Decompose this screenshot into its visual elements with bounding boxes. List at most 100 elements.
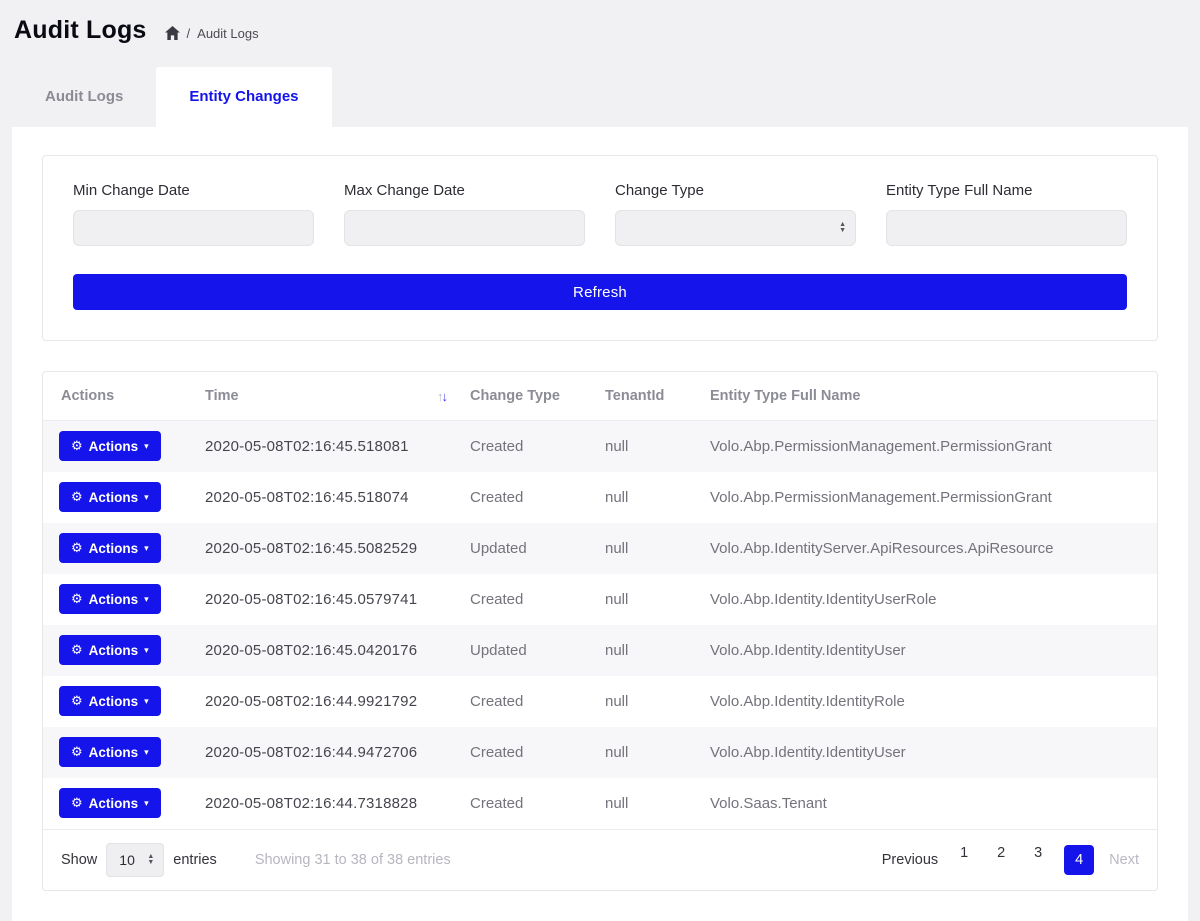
page-header: Audit Logs / Audit Logs <box>0 0 1200 55</box>
cell-time: 2020-05-08T02:16:45.518074 <box>193 472 458 523</box>
tab-entity-changes[interactable]: Entity Changes <box>156 67 331 127</box>
pagination-page-3[interactable]: 3 <box>1027 845 1049 875</box>
breadcrumb: / Audit Logs <box>165 26 259 41</box>
gear-icon: ⚙ <box>71 693 83 709</box>
gear-icon: ⚙ <box>71 438 83 454</box>
change-type-select[interactable]: ▲▼ <box>615 210 856 246</box>
table-row: ⚙ Actions ▾ 2020-05-08T02:16:45.0579741 … <box>43 574 1157 625</box>
cell-tenant-id: null <box>593 421 698 472</box>
row-actions-button[interactable]: ⚙ Actions ▾ <box>59 686 161 716</box>
pagination-next[interactable]: Next <box>1109 852 1139 868</box>
table-body: ⚙ Actions ▾ 2020-05-08T02:16:45.518081 C… <box>43 421 1157 829</box>
max-change-date-input[interactable] <box>344 210 585 246</box>
page-size-select[interactable]: 10 ▲▼ <box>106 843 164 877</box>
cell-change-type: Created <box>458 574 593 625</box>
pagination-page-1[interactable]: 1 <box>953 845 975 875</box>
cell-entity-type: Volo.Abp.PermissionManagement.Permission… <box>698 421 1157 472</box>
cell-change-type: Updated <box>458 523 593 574</box>
row-actions-button[interactable]: ⚙ Actions ▾ <box>59 635 161 665</box>
gear-icon: ⚙ <box>71 744 83 760</box>
cell-change-type: Created <box>458 421 593 472</box>
cell-entity-type: Volo.Abp.Identity.IdentityUser <box>698 727 1157 778</box>
gear-icon: ⚙ <box>71 489 83 505</box>
actions-button-label: Actions <box>89 796 139 811</box>
cell-time: 2020-05-08T02:16:45.5082529 <box>193 523 458 574</box>
max-change-date-field-group: Max Change Date <box>344 182 585 246</box>
cell-time: 2020-05-08T02:16:45.518081 <box>193 421 458 472</box>
gear-icon: ⚙ <box>71 540 83 556</box>
cell-entity-type: Volo.Saas.Tenant <box>698 778 1157 829</box>
entity-type-label: Entity Type Full Name <box>886 182 1127 199</box>
cell-actions: ⚙ Actions ▾ <box>43 421 193 472</box>
row-actions-button[interactable]: ⚙ Actions ▾ <box>59 584 161 614</box>
row-actions-button[interactable]: ⚙ Actions ▾ <box>59 431 161 461</box>
row-actions-button[interactable]: ⚙ Actions ▾ <box>59 533 161 563</box>
cell-change-type: Updated <box>458 625 593 676</box>
table-row: ⚙ Actions ▾ 2020-05-08T02:16:45.518074 C… <box>43 472 1157 523</box>
table-row: ⚙ Actions ▾ 2020-05-08T02:16:44.9472706 … <box>43 727 1157 778</box>
min-change-date-input[interactable] <box>73 210 314 246</box>
entity-changes-table: Actions Time ↑↓ Change Type TenantId Ent… <box>43 372 1157 829</box>
table-row: ⚙ Actions ▾ 2020-05-08T02:16:45.518081 C… <box>43 421 1157 472</box>
caret-down-icon: ▾ <box>144 798 149 809</box>
show-label: Show <box>61 852 97 868</box>
column-header-change-type: Change Type <box>458 372 593 421</box>
row-actions-button[interactable]: ⚙ Actions ▾ <box>59 482 161 512</box>
cell-actions: ⚙ Actions ▾ <box>43 472 193 523</box>
cell-time: 2020-05-08T02:16:45.0579741 <box>193 574 458 625</box>
table-footer: Show 10 ▲▼ entries Showing 31 to 38 of 3… <box>43 829 1157 890</box>
cell-tenant-id: null <box>593 472 698 523</box>
min-change-date-field-group: Min Change Date <box>73 182 314 246</box>
cell-time: 2020-05-08T02:16:44.7318828 <box>193 778 458 829</box>
column-header-actions: Actions <box>43 372 193 421</box>
home-icon[interactable] <box>165 26 180 40</box>
cell-time: 2020-05-08T02:16:44.9472706 <box>193 727 458 778</box>
pagination-previous[interactable]: Previous <box>882 852 938 868</box>
cell-tenant-id: null <box>593 676 698 727</box>
column-header-time[interactable]: Time ↑↓ <box>193 372 458 421</box>
table-row: ⚙ Actions ▾ 2020-05-08T02:16:44.7318828 … <box>43 778 1157 829</box>
caret-down-icon: ▾ <box>144 492 149 503</box>
column-header-tenant-id: TenantId <box>593 372 698 421</box>
actions-button-label: Actions <box>89 745 139 760</box>
cell-change-type: Created <box>458 472 593 523</box>
select-arrows-icon: ▲▼ <box>839 222 846 234</box>
change-type-label: Change Type <box>615 182 856 199</box>
row-actions-button[interactable]: ⚙ Actions ▾ <box>59 737 161 767</box>
cell-change-type: Created <box>458 727 593 778</box>
cell-entity-type: Volo.Abp.Identity.IdentityUserRole <box>698 574 1157 625</box>
cell-entity-type: Volo.Abp.Identity.IdentityRole <box>698 676 1157 727</box>
cell-tenant-id: null <box>593 574 698 625</box>
pagination: Previous 1234 Next <box>882 845 1139 875</box>
cell-time: 2020-05-08T02:16:45.0420176 <box>193 625 458 676</box>
actions-button-label: Actions <box>89 490 139 505</box>
change-type-field-group: Change Type ▲▼ <box>615 182 856 246</box>
showing-entries-text: Showing 31 to 38 of 38 entries <box>255 852 451 868</box>
sort-icon[interactable]: ↑↓ <box>437 389 446 404</box>
cell-actions: ⚙ Actions ▾ <box>43 574 193 625</box>
refresh-button[interactable]: Refresh <box>73 274 1127 310</box>
entries-label: entries <box>173 852 217 868</box>
pagination-page-2[interactable]: 2 <box>990 845 1012 875</box>
breadcrumb-separator: / <box>187 26 191 41</box>
table-row: ⚙ Actions ▾ 2020-05-08T02:16:44.9921792 … <box>43 676 1157 727</box>
actions-button-label: Actions <box>89 643 139 658</box>
cell-tenant-id: null <box>593 778 698 829</box>
actions-button-label: Actions <box>89 439 139 454</box>
tab-audit-logs[interactable]: Audit Logs <box>12 67 156 127</box>
row-actions-button[interactable]: ⚙ Actions ▾ <box>59 788 161 818</box>
page-size-value: 10 <box>119 852 135 868</box>
table-row: ⚙ Actions ▾ 2020-05-08T02:16:45.0420176 … <box>43 625 1157 676</box>
cell-actions: ⚙ Actions ▾ <box>43 625 193 676</box>
entity-type-input[interactable] <box>886 210 1127 246</box>
cell-entity-type: Volo.Abp.IdentityServer.ApiResources.Api… <box>698 523 1157 574</box>
pagination-page-4[interactable]: 4 <box>1064 845 1094 875</box>
pagination-pages: 1234 <box>953 845 1094 875</box>
cell-actions: ⚙ Actions ▾ <box>43 676 193 727</box>
max-change-date-label: Max Change Date <box>344 182 585 199</box>
min-change-date-label: Min Change Date <box>73 182 314 199</box>
caret-down-icon: ▾ <box>144 645 149 656</box>
entity-changes-table-card: Actions Time ↑↓ Change Type TenantId Ent… <box>42 371 1158 891</box>
caret-down-icon: ▾ <box>144 747 149 758</box>
entity-type-field-group: Entity Type Full Name <box>886 182 1127 246</box>
